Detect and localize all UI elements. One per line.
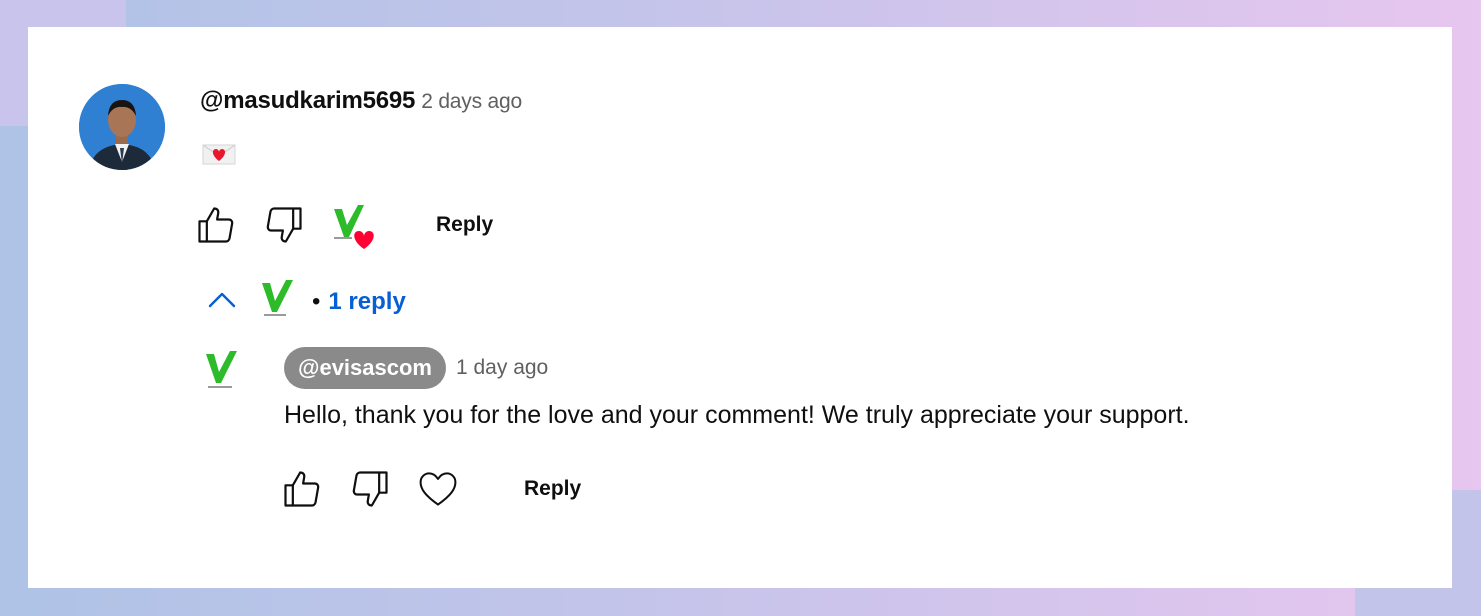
reply-text: Hello, thank you for the love and your c…: [284, 401, 1190, 429]
replies-count[interactable]: 1 reply: [328, 288, 405, 316]
comment-time[interactable]: 2 days ago: [421, 90, 522, 113]
reply-button[interactable]: Reply: [420, 205, 509, 245]
replies-toggle[interactable]: • 1 reply: [204, 279, 406, 324]
reply-actions: Reply: [280, 467, 597, 511]
thumbs-down-icon[interactable]: [262, 203, 306, 247]
comment-card: @masudkarim5695 2 days ago Reply • 1 rep…: [28, 27, 1452, 588]
reply-author-chip[interactable]: @evisascom: [284, 347, 446, 389]
reply-time[interactable]: 1 day ago: [456, 356, 548, 380]
thumbs-up-icon[interactable]: [194, 203, 238, 247]
comment-actions: Reply: [194, 203, 509, 249]
comment-author-line: @masudkarim5695 2 days ago: [200, 87, 522, 115]
creator-avatar-icon: [260, 279, 296, 324]
reply-button[interactable]: Reply: [508, 469, 597, 509]
avatar[interactable]: [79, 84, 165, 170]
chevron-up-icon: [204, 284, 240, 319]
thumbs-up-icon[interactable]: [280, 467, 324, 511]
separator-dot: •: [312, 287, 321, 315]
reply-header: @evisascom 1 day ago: [284, 347, 548, 389]
evisas-logo-icon[interactable]: [204, 350, 244, 397]
heart-outline-icon[interactable]: [416, 467, 460, 511]
love-letter-emoji-icon: [202, 143, 236, 170]
thumbs-down-icon[interactable]: [348, 467, 392, 511]
comment-author[interactable]: @masudkarim5695: [200, 87, 415, 114]
creator-heart-icon[interactable]: [330, 203, 382, 249]
